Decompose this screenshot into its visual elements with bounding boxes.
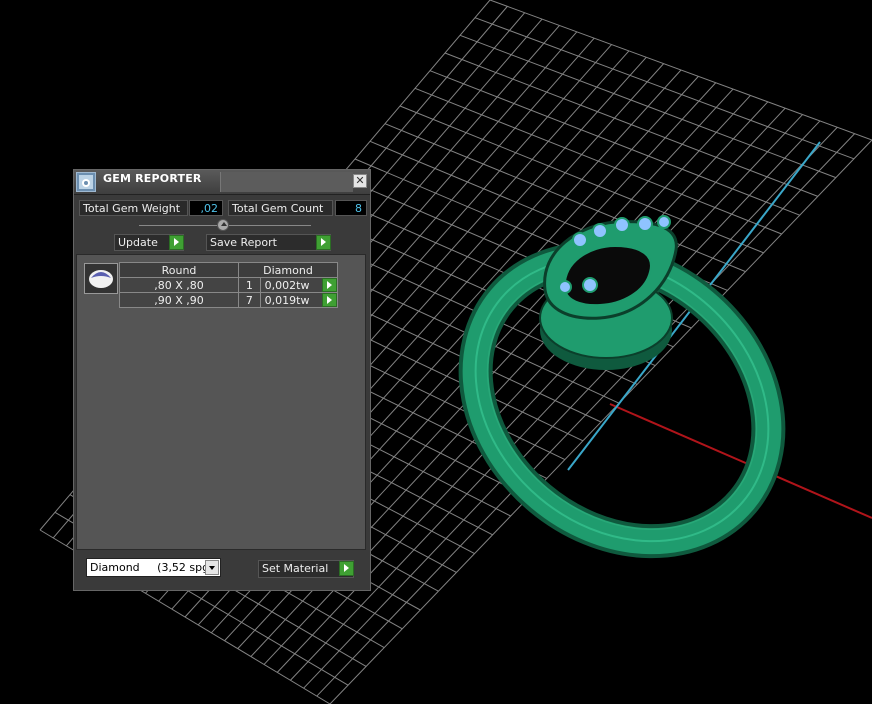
table-row[interactable]: ,90 X ,90 7 0,019tw (119, 292, 339, 308)
gem-reporter-icon (76, 172, 96, 192)
gem-weight-text: 0,019tw (264, 293, 310, 307)
total-gem-weight-value: ,02 (189, 200, 223, 216)
set-material-button-label: Set Material (262, 562, 329, 575)
total-gem-weight-label: Total Gem Weight (79, 200, 188, 216)
window-titlebar[interactable]: GEM REPORTER ✕ (74, 170, 370, 195)
play-arrow-icon[interactable] (322, 278, 337, 292)
play-arrow-icon[interactable] (339, 561, 354, 576)
table-row[interactable]: ,80 X ,80 1 0,002tw (119, 277, 339, 293)
update-button[interactable]: Update (114, 234, 184, 251)
close-icon[interactable]: ✕ (353, 174, 367, 188)
gem-weight-cell: 0,002tw (259, 277, 339, 293)
gem-weight-text: 0,002tw (264, 278, 310, 292)
table-header-row: Round Diamond (119, 262, 338, 278)
collapse-toggle-icon[interactable] (217, 219, 229, 231)
play-arrow-icon[interactable] (316, 235, 331, 250)
update-button-label: Update (118, 236, 158, 249)
total-gem-count-label: Total Gem Count (228, 200, 333, 216)
save-report-button[interactable]: Save Report (206, 234, 331, 251)
material-select[interactable]: Diamond (3,52 spg) (86, 558, 221, 577)
material-select-value: Diamond (3,52 spg) (90, 561, 214, 574)
play-arrow-icon[interactable] (169, 235, 184, 250)
gem-table: Round Diamond ,80 X ,80 1 0,002tw ,90 X … (119, 262, 339, 308)
total-gem-count-value: 8 (335, 200, 367, 216)
save-report-button-label: Save Report (210, 236, 277, 249)
column-header-material: Diamond (238, 262, 338, 278)
gem-quantity-cell: 7 (238, 292, 261, 308)
gem-size-cell: ,90 X ,90 (119, 292, 239, 308)
play-arrow-icon[interactable] (322, 293, 337, 307)
set-material-button[interactable]: Set Material (258, 560, 354, 578)
round-gem-icon[interactable] (84, 263, 118, 294)
titlebar-drag-area[interactable] (220, 172, 353, 192)
gem-quantity-cell: 1 (238, 277, 261, 293)
gem-reporter-window[interactable]: GEM REPORTER ✕ Total Gem Weight ,02 Tota… (73, 169, 371, 591)
column-header-shape: Round (119, 262, 239, 278)
gem-size-cell: ,80 X ,80 (119, 277, 239, 293)
gem-weight-cell: 0,019tw (259, 292, 339, 308)
chevron-down-icon[interactable] (205, 560, 219, 575)
window-title: GEM REPORTER (103, 172, 202, 185)
